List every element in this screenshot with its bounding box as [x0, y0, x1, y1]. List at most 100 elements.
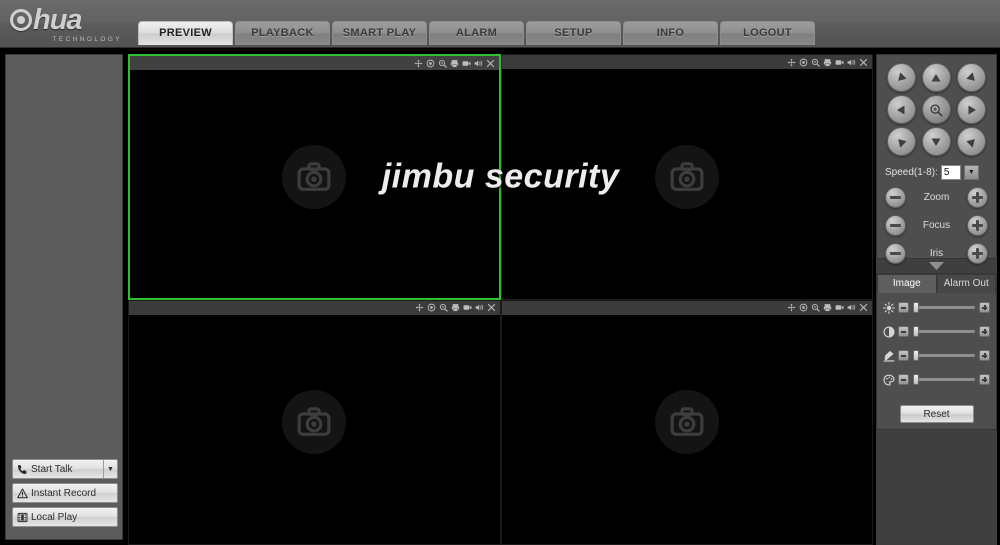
brightness-decrease-button[interactable] — [898, 302, 909, 313]
camera-placeholder-circle — [282, 390, 347, 455]
arrow-icon — [898, 138, 907, 148]
ptz-iris-row: Iris — [885, 243, 988, 264]
ptz-speed-label: Speed(1-8): — [885, 167, 938, 178]
pane-placeholder — [129, 301, 500, 545]
right-control-panel: Speed(1-8): 5 ▼ Zoom Focus Iris Image Alarm… — [876, 54, 997, 545]
saturation-slider-handle[interactable] — [913, 350, 919, 361]
sidebar-button-local-play[interactable]: Local Play — [12, 507, 118, 527]
ptz-zoom-minus-button[interactable] — [885, 187, 906, 208]
hue-slider-row — [882, 373, 990, 386]
contrast-icon — [882, 325, 895, 338]
ptz-iris-minus-button[interactable] — [885, 243, 906, 264]
hue-slider-track[interactable] — [913, 374, 975, 385]
saturation-increase-button[interactable] — [979, 350, 990, 361]
ptz-up-right-button[interactable] — [957, 63, 987, 92]
camera-icon — [670, 161, 704, 191]
saturation-slider-row — [882, 349, 990, 362]
sidebar-button-instant-record[interactable]: Instant Record — [12, 483, 118, 503]
brightness-slider-track[interactable] — [913, 302, 975, 313]
ptz-focus-label: Focus — [922, 220, 951, 231]
saturation-slider-track[interactable] — [913, 350, 975, 361]
sidebar-button-label: Start Talk — [31, 463, 73, 475]
main-nav-tabs: PREVIEW PLAYBACK SMART PLAY ALARM SETUP INFO L… — [138, 21, 815, 45]
nav-tab-info[interactable]: INFO — [623, 21, 718, 45]
video-pane-2[interactable] — [500, 54, 873, 300]
saturation-icon — [883, 350, 894, 362]
ptz-focus-plus-button[interactable] — [966, 215, 988, 236]
reset-button[interactable]: Reset — [899, 405, 974, 423]
arrow-icon — [898, 71, 907, 81]
ptz-right-button[interactable] — [957, 95, 987, 124]
dahua-logo: hua TECHNOLOGY — [10, 4, 128, 44]
ptz-zoom-plus-button[interactable] — [967, 187, 988, 208]
pane-placeholder — [130, 56, 499, 298]
ptz-zoom-area-button[interactable] — [921, 95, 951, 124]
nav-tab-setup[interactable]: SETUP — [526, 21, 621, 45]
camera-placeholder-circle — [282, 144, 347, 209]
hue-increase-button[interactable] — [979, 374, 990, 385]
nav-tab-smart-play[interactable]: SMART PLAY — [332, 21, 427, 45]
logo-text: hua — [33, 3, 83, 36]
image-panel-tab-image[interactable]: Image — [877, 274, 937, 293]
camera-icon — [297, 407, 331, 437]
contrast-decrease-button[interactable] — [898, 326, 909, 337]
brightness-icon — [882, 301, 895, 314]
ptz-speed-input[interactable]: 5 — [940, 165, 961, 180]
contrast-slider-handle[interactable] — [913, 326, 919, 337]
ptz-up-button[interactable] — [921, 63, 951, 92]
sidebar-button-start-talk[interactable]: Start Talk ▼ — [12, 459, 118, 479]
ptz-down-right-button[interactable] — [957, 127, 987, 156]
warning-icon — [16, 487, 28, 498]
zoom-icon — [930, 103, 944, 117]
brightness-increase-button[interactable] — [979, 302, 990, 313]
warning-icon — [13, 487, 31, 499]
left-sidebar: Start Talk ▼ Instant Record Local Play — [5, 54, 123, 540]
image-panel-tab-alarm-out[interactable]: Alarm Out — [936, 274, 996, 293]
brightness-slider-row — [882, 301, 990, 314]
hue-decrease-button[interactable] — [898, 374, 909, 385]
ptz-down-button[interactable] — [921, 127, 951, 156]
video-pane-3[interactable] — [128, 299, 501, 545]
ptz-down-left-button[interactable] — [886, 127, 916, 156]
ptz-iris-plus-button[interactable] — [967, 243, 988, 264]
brightness-slider-handle[interactable] — [913, 302, 919, 313]
filmstrip-icon — [17, 512, 27, 522]
ptz-zoom-row: Zoom — [885, 187, 988, 208]
ptz-speed-row: Speed(1-8): 5 ▼ — [885, 165, 988, 180]
video-pane-4[interactable] — [500, 299, 873, 545]
sidebar-button-dropdown-icon[interactable]: ▼ — [103, 460, 117, 478]
phone-icon — [17, 464, 26, 474]
hue-slider-handle[interactable] — [913, 374, 919, 385]
contrast-slider-track[interactable] — [913, 326, 975, 337]
video-pane-1[interactable] — [128, 54, 501, 300]
nav-tab-logout[interactable]: LOGOUT — [720, 21, 815, 45]
nav-tab-preview[interactable]: PREVIEW — [138, 21, 233, 45]
ptz-direction-pad — [885, 63, 988, 156]
nav-tab-alarm[interactable]: ALARM — [429, 21, 524, 45]
ptz-up-left-button[interactable] — [886, 63, 916, 92]
arrow-icon — [931, 138, 941, 146]
phone-icon — [13, 464, 31, 475]
logo-wordmark: hua — [10, 3, 128, 36]
nav-tab-playback[interactable]: PLAYBACK — [235, 21, 330, 45]
image-panel-tabs: Image Alarm Out — [877, 274, 996, 293]
video-grid — [128, 54, 873, 545]
image-sliders — [877, 293, 996, 403]
contrast-slider-row — [882, 325, 990, 338]
saturation-decrease-button[interactable] — [898, 350, 909, 361]
sidebar-button-label: Local Play — [31, 511, 78, 523]
arrow-icon — [931, 73, 941, 81]
ptz-focus-minus-button[interactable] — [885, 215, 906, 236]
logo-tagline: TECHNOLOGY — [52, 35, 122, 43]
arrow-icon — [968, 105, 976, 114]
brightness-icon — [882, 301, 895, 314]
sidebar-action-buttons: Start Talk ▼ Instant Record Local Play — [12, 459, 118, 531]
ptz-left-button[interactable] — [886, 95, 916, 124]
pane-placeholder — [502, 55, 873, 299]
camera-placeholder-circle — [654, 390, 719, 455]
camera-icon — [670, 407, 704, 437]
arrow-icon — [966, 138, 975, 148]
ptz-speed-dropdown-icon[interactable]: ▼ — [963, 165, 979, 180]
dvr-web-interface: hua TECHNOLOGY PREVIEW PLAYBACK SMART PLAY… — [0, 0, 1000, 545]
contrast-increase-button[interactable] — [979, 326, 990, 337]
